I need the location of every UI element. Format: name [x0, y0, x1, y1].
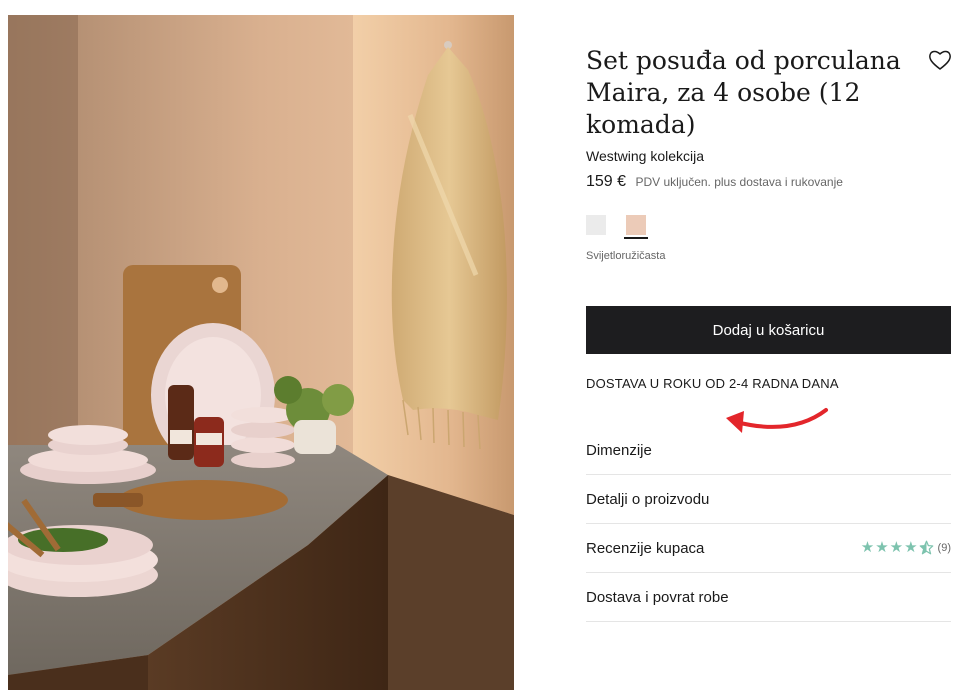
- price-note: PDV uključen. plus dostava i rukovanje: [635, 175, 843, 189]
- color-swatch-light-pink[interactable]: [626, 215, 646, 235]
- accordion-dimensions[interactable]: Dimenzije: [586, 426, 951, 475]
- star-icon: ★: [875, 538, 889, 556]
- accordion-product-details[interactable]: Detalji o proizvodu: [586, 475, 951, 524]
- accordion-label: Dostava i povrat robe: [586, 589, 729, 606]
- add-to-cart-button[interactable]: Dodaj u košaricu: [586, 306, 951, 354]
- accordion-customer-reviews[interactable]: Recenzije kupaca ★ ★ ★ ★ (9): [586, 524, 951, 573]
- delivery-info: DOSTAVA U ROKU OD 2-4 RADNA DANA: [586, 376, 839, 391]
- selected-color-label: Svijetloružičasta: [586, 250, 666, 262]
- product-image[interactable]: [8, 15, 514, 690]
- brand-name[interactable]: Westwing kolekcija: [586, 148, 704, 164]
- wishlist-button[interactable]: [928, 49, 952, 71]
- price: 159 €: [586, 173, 627, 190]
- star-icon: ★: [889, 538, 904, 556]
- price-row: 159 € PDV uključen. plus dostava i rukov…: [586, 173, 843, 191]
- heart-icon: [929, 50, 951, 70]
- star-icon: ★: [860, 538, 875, 556]
- selected-swatch-indicator: [624, 237, 648, 239]
- product-info-panel: Set posuđa od porculana Maira, za 4 osob…: [586, 0, 952, 690]
- review-count: (9): [937, 541, 951, 554]
- half-star-icon: [919, 540, 933, 555]
- product-title: Set posuđa od porculana Maira, za 4 osob…: [586, 46, 901, 139]
- accordion-label: Recenzije kupaca: [586, 540, 705, 557]
- color-swatch-white[interactable]: [586, 215, 606, 235]
- accordion-label: Detalji o proizvodu: [586, 491, 710, 508]
- star-icon: ★: [904, 538, 918, 556]
- accordion-label: Dimenzije: [586, 442, 652, 459]
- accordion-delivery-returns[interactable]: Dostava i povrat robe: [586, 573, 951, 622]
- star-rating: ★ ★ ★ ★ (9): [861, 540, 951, 555]
